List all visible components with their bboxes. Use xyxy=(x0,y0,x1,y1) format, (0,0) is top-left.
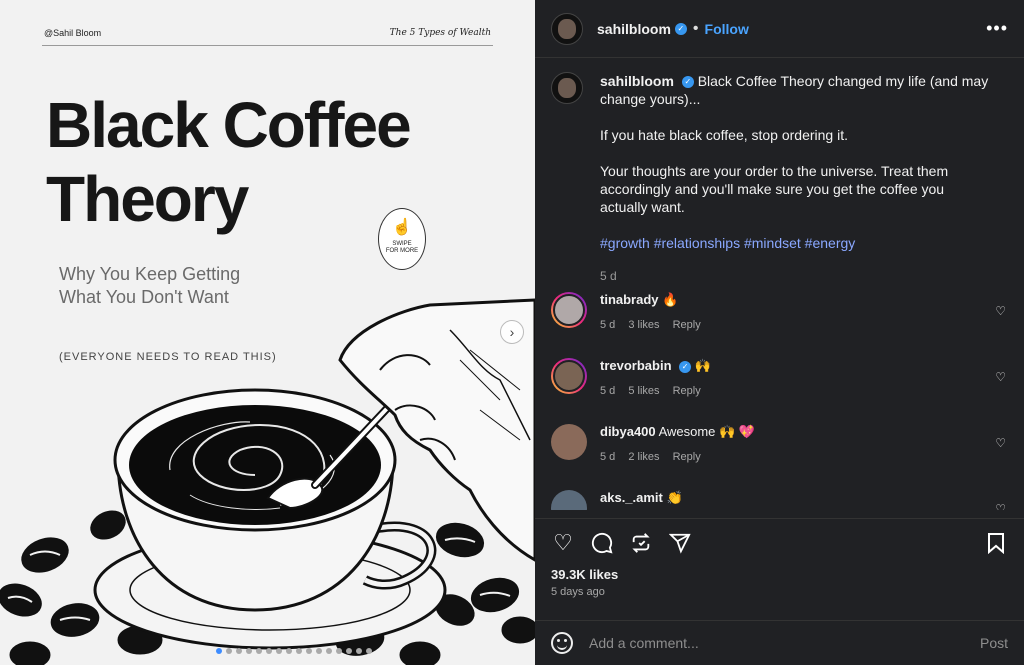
carousel-dot xyxy=(356,648,362,654)
comment-age: 5 d xyxy=(600,319,616,331)
like-comment-icon[interactable]: ♡ xyxy=(995,304,1006,318)
carousel-dot xyxy=(316,648,322,654)
avatar[interactable] xyxy=(551,12,583,45)
carousel-dot xyxy=(296,648,302,654)
comment-text: 🙌 xyxy=(694,358,711,373)
like-comment-icon[interactable]: ♡ xyxy=(995,436,1006,450)
comment-avatar[interactable] xyxy=(551,358,587,394)
carousel-slide[interactable]: @Sahil Bloom The 5 Types of Wealth Black… xyxy=(0,0,535,665)
next-slide-button[interactable]: › xyxy=(500,320,524,344)
likes-count[interactable]: 39.3K likes xyxy=(535,555,1024,582)
comment-text: 👏 xyxy=(666,490,683,505)
carousel-dot xyxy=(236,648,242,654)
swipe-line-1: SWIPE xyxy=(392,241,412,247)
swipe-badge: ☝ SWIPE FOR MORE xyxy=(378,208,426,270)
comment-reply-button[interactable]: Reply xyxy=(673,451,701,463)
caption-para-2: If you hate black coffee, stop ordering … xyxy=(600,127,849,143)
comment-meta: 5 d 5 likes Reply xyxy=(600,385,711,397)
carousel-dot xyxy=(306,648,312,654)
like-comment-icon[interactable]: ♡ xyxy=(995,502,1006,510)
caption-para-3: Your thoughts are your order to the univ… xyxy=(600,163,949,215)
comment-item: aks._.amit 👏 ♡ xyxy=(551,490,1008,510)
comment-username[interactable]: aks._.amit xyxy=(600,490,663,505)
comment-likes[interactable]: 3 likes xyxy=(628,319,659,331)
caption-avatar[interactable] xyxy=(551,72,583,104)
comment-text: Awesome 🙌 💖 xyxy=(658,424,756,439)
comment-item: trevorbabin ✓ 🙌 5 d 5 likes Reply ♡ xyxy=(551,358,1008,398)
comment-age: 5 d xyxy=(600,385,616,397)
comment-reply-button[interactable]: Reply xyxy=(673,385,701,397)
carousel-dot xyxy=(246,648,252,654)
comment-likes[interactable]: 5 likes xyxy=(628,385,659,397)
repost-icon[interactable] xyxy=(629,531,653,555)
avatar-face xyxy=(558,18,576,39)
separator-dot: • xyxy=(692,19,699,37)
carousel-dot xyxy=(266,648,272,654)
verified-icon: ✓ xyxy=(674,22,687,35)
verified-icon: ✓ xyxy=(679,360,692,373)
divider xyxy=(42,45,493,46)
share-icon[interactable] xyxy=(668,531,692,555)
comment-username[interactable]: tinabrady xyxy=(600,292,659,307)
title-line-2: Theory xyxy=(46,163,249,235)
carousel-dot xyxy=(286,648,292,654)
post-side-panel: sahilbloom ✓ • Follow ••• sahilbloom ✓ B… xyxy=(535,0,1024,665)
comment-meta: 5 d 2 likes Reply xyxy=(600,451,755,463)
caption-hashtags[interactable]: #growth #relationships #mindset #energy xyxy=(600,234,990,252)
carousel-dot xyxy=(326,648,332,654)
subtitle-line-1: Why You Keep Getting xyxy=(59,264,241,284)
carousel-dot xyxy=(256,648,262,654)
post-header: sahilbloom ✓ • Follow ••• xyxy=(535,0,1024,58)
avatar-photo xyxy=(553,294,585,326)
carousel-dot xyxy=(346,648,352,654)
hand-icon: ☝ xyxy=(392,219,412,236)
emoji-icon[interactable] xyxy=(551,632,573,654)
comment-item: tinabrady 🔥 5 d 3 likes Reply ♡ xyxy=(551,292,1008,332)
caption-age: 5 d xyxy=(600,269,617,283)
heart-icon[interactable]: ♡ xyxy=(551,530,575,555)
carousel-dot xyxy=(276,648,282,654)
add-comment-input[interactable]: Add a comment... xyxy=(589,635,980,651)
verified-icon: ✓ xyxy=(681,76,694,89)
bookmark-icon[interactable] xyxy=(984,531,1008,555)
comment-username[interactable]: trevorbabin xyxy=(600,358,672,373)
comment-item: dibya400 Awesome 🙌 💖 5 d 2 likes Reply ♡ xyxy=(551,424,1008,464)
title-line-1: Black Coffee xyxy=(46,89,412,161)
comment-likes[interactable]: 2 likes xyxy=(628,451,659,463)
avatar-photo xyxy=(553,360,585,392)
swipe-line-2: FOR MORE xyxy=(385,248,419,254)
slide-handle: @Sahil Bloom xyxy=(44,28,102,38)
instagram-post-view: @Sahil Bloom The 5 Types of Wealth Black… xyxy=(0,0,1024,665)
carousel-dot xyxy=(336,648,342,654)
slide-series: The 5 Types of Wealth xyxy=(389,28,491,38)
caption-text: sahilbloom ✓ Black Coffee Theory changed… xyxy=(600,72,990,285)
coffee-cup-illustration xyxy=(0,298,535,665)
comment-text: 🔥 xyxy=(662,292,679,307)
comment-icon[interactable] xyxy=(590,531,614,555)
comment-username[interactable]: dibya400 xyxy=(600,424,656,439)
comment-avatar[interactable] xyxy=(551,424,587,460)
comments-list: tinabrady 🔥 5 d 3 likes Reply ♡ trevorba… xyxy=(551,292,1008,536)
slide-title: Black Coffee Theory xyxy=(46,88,412,236)
follow-button[interactable]: Follow xyxy=(705,21,749,37)
carousel-dots xyxy=(216,648,372,654)
comment-age: 5 d xyxy=(600,451,616,463)
comment-avatar[interactable] xyxy=(551,292,587,328)
carousel-dot xyxy=(226,648,232,654)
comment-reply-button[interactable]: Reply xyxy=(673,319,701,331)
post-age: 5 days ago xyxy=(551,586,605,598)
add-comment-bar: Add a comment... Post xyxy=(535,620,1024,665)
avatar-face xyxy=(558,78,576,98)
comment-avatar[interactable] xyxy=(551,490,587,510)
carousel-dot xyxy=(216,648,222,654)
more-icon[interactable]: ••• xyxy=(986,18,1008,39)
carousel-dot xyxy=(366,648,372,654)
caption-username[interactable]: sahilbloom xyxy=(600,73,674,89)
like-comment-icon[interactable]: ♡ xyxy=(995,370,1006,384)
post-comment-button[interactable]: Post xyxy=(980,635,1008,651)
header-username[interactable]: sahilbloom xyxy=(597,21,671,37)
post-caption: sahilbloom ✓ Black Coffee Theory changed… xyxy=(551,72,1008,285)
comment-meta: 5 d 3 likes Reply xyxy=(600,319,711,331)
